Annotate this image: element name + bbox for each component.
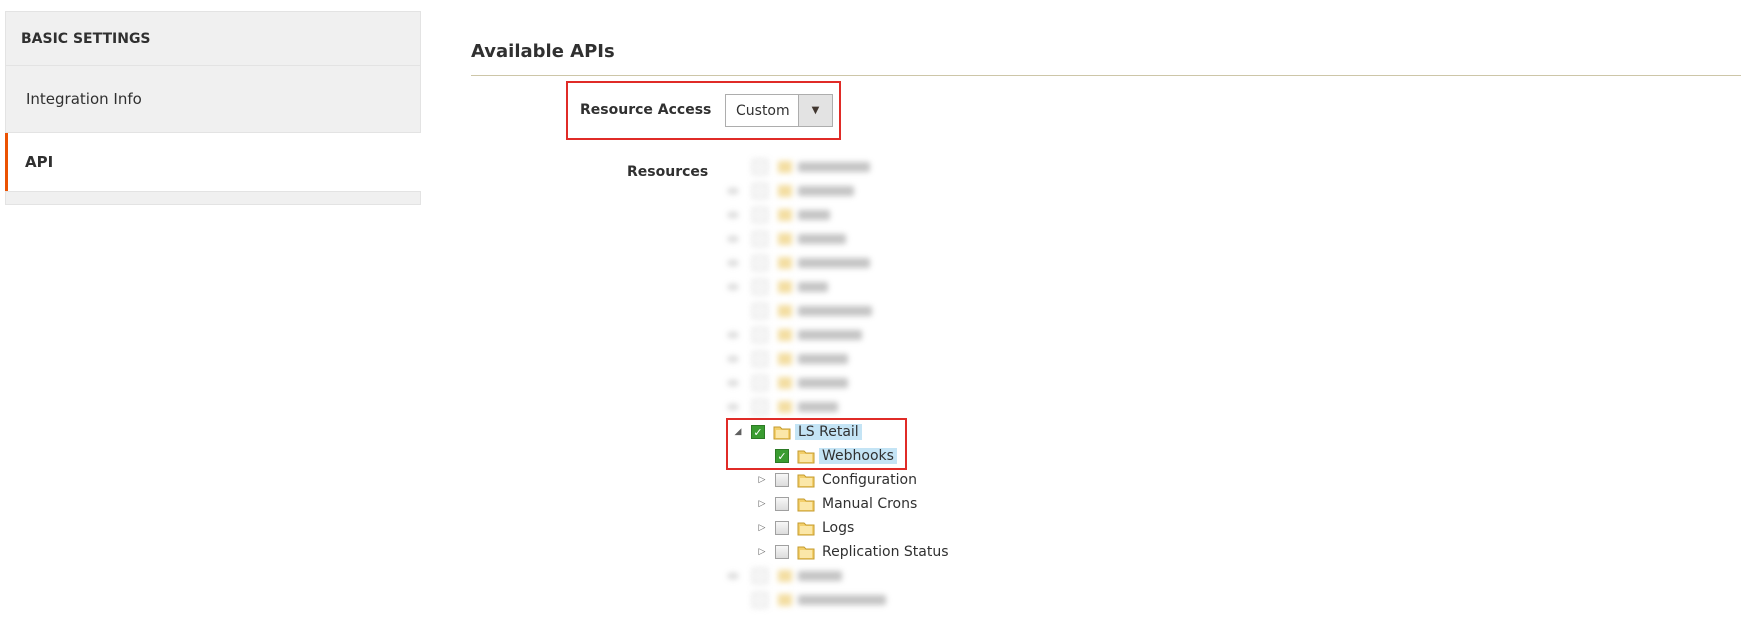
sidebar-item-api[interactable]: API: [5, 133, 421, 191]
tree-node-label: Configuration: [822, 472, 917, 488]
tree-node-label: Logs: [822, 520, 855, 536]
collapsed-arrow-icon[interactable]: ▷: [757, 475, 767, 485]
folder-icon: [797, 498, 815, 512]
folder-icon: [797, 522, 815, 536]
resource-access-select[interactable]: Custom ▼: [725, 94, 833, 127]
section-title: Available APIs: [471, 41, 615, 62]
resource-access-label: Resource Access: [580, 102, 712, 118]
tree-node-label: LS Retail: [795, 424, 862, 440]
sidebar-footer: [5, 191, 421, 205]
blurred-tree-nodes-bottom: [728, 564, 886, 612]
checkbox-icon[interactable]: [775, 521, 789, 535]
tree-node-ls-retail[interactable]: ◢ ✓ LS Retail: [733, 420, 862, 444]
checkbox-checked-icon[interactable]: ✓: [751, 425, 765, 439]
blurred-tree-nodes-top: [728, 155, 872, 419]
resources-label: Resources: [627, 164, 709, 180]
sidebar-heading: BASIC SETTINGS: [5, 11, 421, 65]
tree-node-configuration[interactable]: ▷ Configuration: [757, 468, 920, 492]
folder-icon: [797, 474, 815, 488]
settings-sidebar: BASIC SETTINGS Integration Info API: [5, 11, 421, 205]
expanded-arrow-icon[interactable]: ◢: [733, 427, 743, 437]
collapsed-arrow-icon[interactable]: ▷: [757, 499, 767, 509]
collapsed-arrow-icon[interactable]: ▷: [757, 523, 767, 533]
tree-node-webhooks[interactable]: ▷ ✓ Webhooks: [757, 444, 897, 468]
folder-icon: [797, 546, 815, 560]
checkbox-icon[interactable]: [775, 545, 789, 559]
checkbox-checked-icon[interactable]: ✓: [775, 449, 789, 463]
resource-access-value: Custom: [736, 102, 790, 119]
tree-node-label: Manual Crons: [822, 496, 918, 512]
tree-node-manual-crons[interactable]: ▷ Manual Crons: [757, 492, 920, 516]
sidebar-item-integration-info[interactable]: Integration Info: [5, 65, 421, 133]
folder-icon: [773, 426, 791, 440]
folder-icon: [797, 450, 815, 464]
chevron-down-icon[interactable]: ▼: [798, 95, 832, 126]
collapsed-arrow-icon[interactable]: ▷: [757, 547, 767, 557]
tree-node-replication-status[interactable]: ▷ Replication Status: [757, 540, 952, 564]
tree-node-label: Replication Status: [822, 544, 949, 560]
tree-node-label: Webhooks: [819, 448, 897, 464]
section-divider: [471, 75, 1741, 76]
tree-node-logs[interactable]: ▷ Logs: [757, 516, 857, 540]
checkbox-icon[interactable]: [775, 473, 789, 487]
checkbox-icon[interactable]: [775, 497, 789, 511]
